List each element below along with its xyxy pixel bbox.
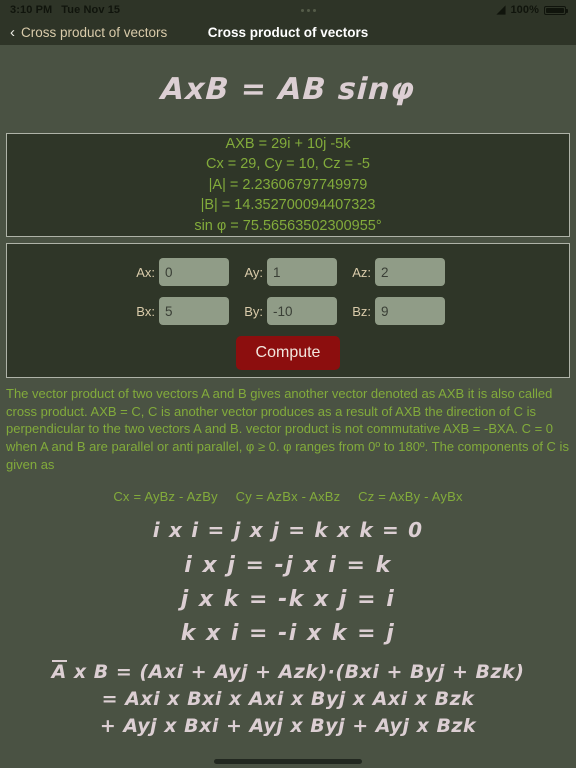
- hero-formula-area: AxB = AB sinφ: [0, 45, 576, 133]
- wifi-icon: ◢: [496, 3, 506, 16]
- input-az[interactable]: [375, 258, 445, 286]
- app-root: 3:10 PM Tue Nov 15 ◢ 100% ‹ Cross produc…: [0, 0, 576, 768]
- result-line-components: Cx = 29, Cy = 10, Cz = -5: [205, 156, 370, 173]
- unit-vector-rules: i x i = j x j = k x k = 0 i x j = -j x i…: [0, 518, 576, 646]
- description-paragraph: The vector product of two vectors A and …: [6, 386, 569, 472]
- dot-icon: [313, 8, 317, 12]
- overline-a: A: [51, 660, 67, 684]
- result-line-angle: sin φ = 75.56563502300955°: [194, 217, 382, 234]
- label-ax: Ax:: [136, 264, 155, 280]
- multitask-indicator[interactable]: [120, 8, 497, 12]
- vector-a-row: Ax: Ay: Az:: [7, 258, 569, 286]
- input-ay[interactable]: [267, 258, 337, 286]
- status-bar: 3:10 PM Tue Nov 15 ◢ 100%: [0, 0, 576, 20]
- vector-b-row: Bx: By: Bz:: [7, 297, 569, 325]
- formula-cy: Cy = AzBx - AxBz: [235, 489, 341, 505]
- hero-formula: AxB = AB sinφ: [160, 71, 416, 107]
- label-bx: Bx:: [136, 303, 155, 319]
- field-az: Az:: [347, 258, 445, 286]
- field-bz: Bz:: [347, 297, 445, 325]
- results-panel: AXB = 29i + 10j -5k Cx = 29, Cy = 10, Cz…: [6, 133, 570, 237]
- status-date: Tue Nov 15: [61, 4, 121, 16]
- label-az: Az:: [352, 264, 371, 280]
- field-ax: Ax:: [131, 258, 229, 286]
- result-line-magnitude-a: |A| = 2.23606797749979: [208, 176, 368, 193]
- input-bz[interactable]: [375, 297, 445, 325]
- rule-line-1: i x i = j x j = k x k = 0: [152, 518, 424, 543]
- chevron-left-icon: ‹: [10, 23, 15, 41]
- formula-cz: Cz = AxBy - AyBx: [358, 489, 463, 505]
- status-bar-right: ◢ 100%: [496, 3, 568, 16]
- status-bar-left: 3:10 PM Tue Nov 15: [10, 4, 120, 16]
- expansion-line-1: A x B = (Axi + Ayj + Azk)·(Bxi + Byj + B…: [0, 660, 576, 683]
- expansion-line-1-body: x B = (Axi + Ayj + Azk)·(Bxi + Byj + Bzk…: [66, 661, 525, 684]
- battery-percent: 100%: [510, 4, 539, 16]
- input-by[interactable]: [267, 297, 337, 325]
- expansion-formulas: A x B = (Axi + Ayj + Azk)·(Bxi + Byj + B…: [0, 660, 576, 737]
- navigation-bar: ‹ Cross product of vectors Cross product…: [0, 20, 576, 45]
- label-bz: Bz:: [352, 303, 371, 319]
- compute-button-wrapper: Compute: [7, 336, 569, 370]
- field-by: By:: [239, 297, 337, 325]
- dot-icon: [307, 8, 311, 12]
- component-formulas: Cx = AyBz - AzBy Cy = AzBx - AxBz Cz = A…: [0, 489, 576, 504]
- rule-line-2: i x j = -j x i = k: [184, 553, 392, 579]
- back-button[interactable]: ‹ Cross product of vectors: [10, 23, 168, 41]
- result-line-axb: AXB = 29i + 10j -5k: [225, 135, 351, 152]
- label-ay: Ay:: [244, 264, 263, 280]
- rule-line-4: k x i = -i x k = j: [180, 621, 396, 647]
- input-ax[interactable]: [159, 258, 229, 286]
- result-line-magnitude-b: |B| = 14.352700094407323: [200, 197, 376, 214]
- formula-cx: Cx = AyBz - AzBy: [113, 489, 218, 505]
- field-bx: Bx:: [131, 297, 229, 325]
- input-bx[interactable]: [159, 297, 229, 325]
- home-indicator[interactable]: [214, 759, 362, 764]
- dot-icon: [301, 8, 305, 12]
- expansion-line-2: = Axi x Bxi x Axi x Byj x Axi x Bzk: [101, 688, 475, 711]
- rule-line-3: j x k = -k x j = i: [180, 587, 396, 613]
- field-ay: Ay:: [239, 258, 337, 286]
- battery-icon: [544, 5, 568, 15]
- label-by: By:: [244, 303, 263, 319]
- input-panel: Ax: Ay: Az: Bx: By: Bz:: [6, 243, 570, 378]
- compute-button[interactable]: Compute: [235, 336, 341, 370]
- back-button-label: Cross product of vectors: [21, 25, 168, 40]
- status-time: 3:10 PM: [10, 4, 53, 16]
- expansion-line-3: + Ayj x Bxi + Ayj x Byj + Ayj x Bzk: [99, 715, 477, 738]
